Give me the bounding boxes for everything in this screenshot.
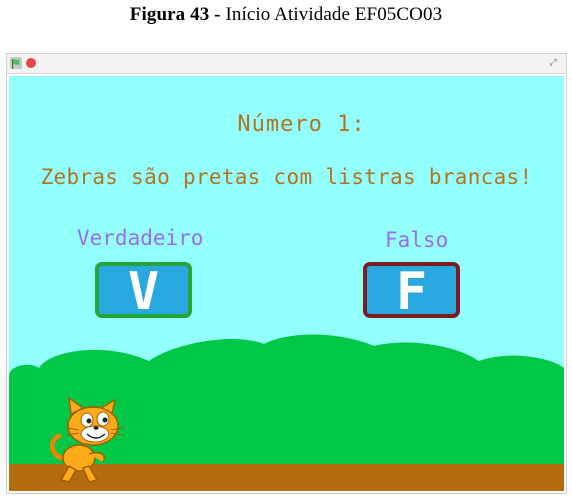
figure-caption-prefix: Figura 43 - <box>129 4 221 25</box>
figure-caption-text: Início Atividade EF05CO03 <box>220 4 443 25</box>
stage: Número 1: Zebras são pretas com listras … <box>9 76 564 491</box>
green-flag-icon <box>12 59 20 69</box>
fullscreen-icon[interactable]: ⤢ <box>546 56 560 70</box>
question-number: Número 1: <box>237 112 366 137</box>
scratch-cat-sprite[interactable] <box>49 396 129 488</box>
true-option-label: Verdadeiro <box>77 226 204 250</box>
green-flag-button[interactable] <box>10 57 22 69</box>
scratch-player: ⤢ Número 1: Zebras são pretas com listra… <box>6 53 567 494</box>
true-answer-button[interactable]: V <box>95 262 192 318</box>
stop-icon[interactable] <box>26 58 36 68</box>
question-text: Zebras são pretas com listras brancas! <box>40 165 533 189</box>
false-option-label: Falso <box>385 228 449 252</box>
false-answer-button[interactable]: F <box>363 262 460 318</box>
figure-caption: Figura 43 - Início Atividade EF05CO03 <box>0 4 572 26</box>
player-controls-bar: ⤢ <box>7 54 566 74</box>
